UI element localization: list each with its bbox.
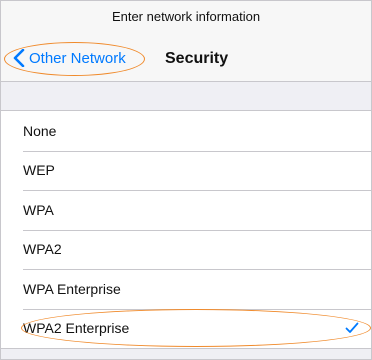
chevron-left-icon <box>13 49 25 67</box>
security-option-wpa2-enterprise[interactable]: WPA2 Enterprise <box>1 308 371 349</box>
security-options-list: None WEP WPA WPA2 WPA Enterprise WPA2 En… <box>1 110 371 349</box>
option-label: WPA2 Enterprise <box>23 320 130 337</box>
security-option-wpa2[interactable]: WPA2 <box>1 229 371 270</box>
navigation-header: Enter network information Other Network … <box>1 1 371 82</box>
security-option-wpa[interactable]: WPA <box>1 190 371 230</box>
network-security-panel: Enter network information Other Network … <box>0 0 372 360</box>
checkmark-icon <box>345 322 359 334</box>
security-option-none[interactable]: None <box>1 111 371 151</box>
option-label: WPA <box>23 201 54 218</box>
security-option-wpa-enterprise[interactable]: WPA Enterprise <box>1 269 371 309</box>
page-title: Security <box>165 50 229 67</box>
option-label: WEP <box>23 162 55 179</box>
option-label: WPA Enterprise <box>23 280 121 297</box>
header-title: Enter network information <box>111 9 261 24</box>
option-label: None <box>23 122 57 139</box>
back-button-label: Other Network <box>29 49 126 67</box>
back-button[interactable]: Other Network <box>9 43 141 73</box>
option-label: WPA2 <box>23 241 62 258</box>
section-spacer <box>1 82 371 110</box>
footer-area <box>1 349 371 359</box>
security-option-wep[interactable]: WEP <box>1 150 371 191</box>
